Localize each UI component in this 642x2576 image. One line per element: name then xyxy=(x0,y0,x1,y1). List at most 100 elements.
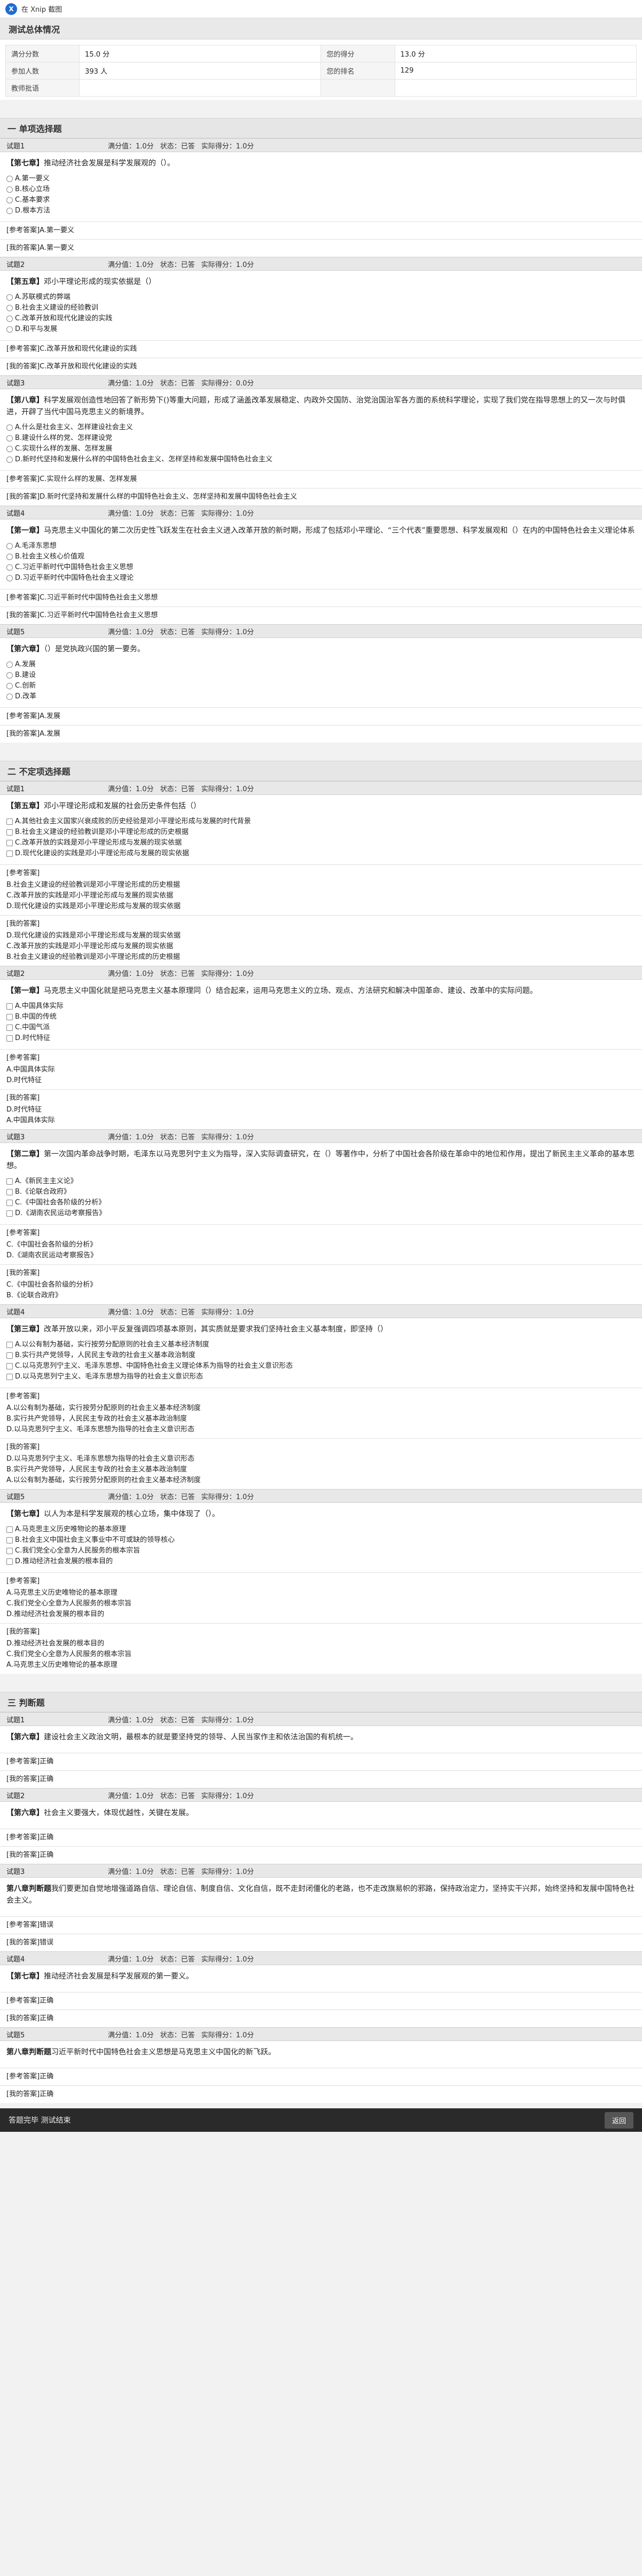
radio-icon[interactable] xyxy=(6,661,13,668)
answer-option[interactable]: C.中国气派 xyxy=(6,1022,636,1033)
checkbox-icon[interactable] xyxy=(6,1537,13,1543)
checkbox-icon[interactable] xyxy=(6,1352,13,1359)
checkbox-icon[interactable] xyxy=(6,818,13,825)
back-button[interactable]: 返回 xyxy=(604,2112,633,2129)
answer-option[interactable]: B.社会主义核心价值观 xyxy=(6,552,636,562)
answer-option[interactable]: D.根本方法 xyxy=(6,206,636,216)
radio-icon[interactable] xyxy=(6,435,13,442)
radio-icon[interactable] xyxy=(6,564,13,571)
answer-line: D.现代化建设的实践是邓小平理论形成与发展的现实依据 xyxy=(6,932,181,940)
answer-option[interactable]: B.《论联合政府》 xyxy=(6,1187,636,1198)
answer-option[interactable]: A.什么是社会主义、怎样建设社会主义 xyxy=(6,422,636,433)
answer-option[interactable]: D.时代特征 xyxy=(6,1033,636,1044)
checkbox-icon[interactable] xyxy=(6,829,13,836)
full-score-label: 满分值： xyxy=(108,379,136,388)
checkbox-icon[interactable] xyxy=(6,1342,13,1348)
checkbox-icon[interactable] xyxy=(6,1548,13,1554)
checkbox-icon[interactable] xyxy=(6,1014,13,1020)
answer-option[interactable]: B.社会主义建设的经验教训是邓小平理论形成的历史根据 xyxy=(6,827,636,838)
answer-option[interactable]: A.苏联模式的弊端 xyxy=(6,292,636,303)
actual-score: 实际得分：1.0分 xyxy=(201,2029,254,2039)
question-sections: 一 单项选择题 试题1 满分值：1.0分 状态：已答 实际得分：1.0分 【第七章】推动经… xyxy=(0,100,642,2103)
radio-icon[interactable] xyxy=(6,316,13,322)
answer-line: C.《中国社会各阶级的分析》 xyxy=(6,1241,97,1249)
status-label: 状态： xyxy=(160,261,181,269)
answer-option[interactable]: D.改革 xyxy=(6,691,636,702)
radio-icon[interactable] xyxy=(6,197,13,203)
question-header: 试题5 满分值：1.0分 状态：已答 实际得分：1.0分 xyxy=(0,1489,642,1503)
radio-icon[interactable] xyxy=(6,326,13,333)
checkbox-icon[interactable] xyxy=(6,1025,13,1031)
checkbox-icon[interactable] xyxy=(6,1558,13,1565)
checkbox-icon[interactable] xyxy=(6,1189,13,1195)
answer-option[interactable]: A.第一要义 xyxy=(6,174,636,184)
radio-icon[interactable] xyxy=(6,575,13,581)
answer-option[interactable]: B.建设 xyxy=(6,670,636,681)
answer-option[interactable]: A.发展 xyxy=(6,659,636,670)
checkbox-icon[interactable] xyxy=(6,840,13,846)
answer-option[interactable]: B.建设什么样的党、怎样建设党 xyxy=(6,433,636,444)
radio-icon[interactable] xyxy=(6,305,13,311)
chapter-tag: 【第二章】 xyxy=(6,1150,44,1159)
checkbox-icon[interactable] xyxy=(6,1200,13,1206)
answer-option[interactable]: B.社会主义建设的经验教训 xyxy=(6,303,636,313)
answer-option[interactable]: D.新时代坚持和发展什么样的中国特色社会主义、怎样坚持和发展中国特色社会主义 xyxy=(6,454,636,465)
checkbox-icon[interactable] xyxy=(6,1374,13,1380)
radio-icon[interactable] xyxy=(6,176,13,182)
answer-option[interactable]: B.中国的传统 xyxy=(6,1012,636,1022)
answer-option[interactable]: A.其他社会主义国家兴衰成败的历史经验是邓小平理论形成与发展的时代背景 xyxy=(6,816,636,827)
answer-option[interactable]: B.实行共产党领导，人民民主专政的社会主义基本政治制度 xyxy=(6,1350,636,1361)
radio-icon[interactable] xyxy=(6,294,13,301)
actual-score-value: 1.0分 xyxy=(236,970,254,978)
answer-label: [我的答案] xyxy=(6,730,40,738)
checkbox-icon[interactable] xyxy=(6,1178,13,1185)
answer-option[interactable]: D.推动经济社会发展的根本目的 xyxy=(6,1556,636,1567)
answer-option[interactable]: D.以马克思列宁主义、毛泽东思想为指导的社会主义意识形态 xyxy=(6,1372,636,1382)
radio-icon[interactable] xyxy=(6,446,13,452)
answer-option[interactable]: B.核心立场 xyxy=(6,184,636,195)
full-score: 满分值：1.0分 xyxy=(108,2029,154,2039)
answer-line: C.《中国社会各阶级的分析》 xyxy=(6,1281,97,1289)
radio-icon[interactable] xyxy=(6,672,13,679)
radio-icon[interactable] xyxy=(6,554,13,560)
answer-option[interactable]: A.毛泽东思想 xyxy=(6,541,636,552)
radio-icon[interactable] xyxy=(6,424,13,431)
checkbox-icon[interactable] xyxy=(6,850,13,857)
radio-icon[interactable] xyxy=(6,208,13,214)
checkbox-icon[interactable] xyxy=(6,1526,13,1533)
radio-icon[interactable] xyxy=(6,694,13,700)
answer-label: [参考答案] xyxy=(6,1997,40,2005)
answer-option[interactable]: D.现代化建设的实践是邓小平理论形成与发展的现实依据 xyxy=(6,848,636,859)
answer-option[interactable]: B.社会主义中国社会主义事业中不可或缺的领导核心 xyxy=(6,1535,636,1546)
checkbox-icon[interactable] xyxy=(6,1363,13,1369)
answer-option[interactable]: A.以公有制为基础，实行按劳分配原则的社会主义基本经济制度 xyxy=(6,1340,636,1350)
answer-option[interactable]: D.《湖南农民运动考察报告》 xyxy=(6,1208,636,1219)
answer-option[interactable]: C.《中国社会各阶级的分析》 xyxy=(6,1198,636,1208)
checkbox-icon[interactable] xyxy=(6,1035,13,1042)
radio-icon[interactable] xyxy=(6,456,13,463)
answer-option[interactable]: C.改革开放和现代化建设的实践 xyxy=(6,313,636,324)
answer-value: C.改革开放和现代化建设的实践 xyxy=(40,363,137,371)
answer-option[interactable]: C.实现什么样的发展、怎样发展 xyxy=(6,444,636,454)
checkbox-icon[interactable] xyxy=(6,1003,13,1010)
radio-icon[interactable] xyxy=(6,683,13,689)
answer-option[interactable]: D.习近平新时代中国特色社会主义理论 xyxy=(6,573,636,584)
full-score-value: 1.0分 xyxy=(136,1308,154,1317)
answer-option[interactable]: C.我们党全心全意为人民服务的根本宗旨 xyxy=(6,1546,636,1556)
radio-icon[interactable] xyxy=(6,543,13,549)
answer-option[interactable]: C.创新 xyxy=(6,681,636,691)
radio-icon[interactable] xyxy=(6,186,13,193)
question-stem: 【第七章】推动经济社会发展是科学发展观的（）。 xyxy=(6,157,636,169)
answer-option[interactable]: A.马克思主义历史唯物论的基本原理 xyxy=(6,1524,636,1535)
answer-option[interactable]: C.以马克思列宁主义、毛泽东思想、中国特色社会主义理论体系为指导的社会主义意识形… xyxy=(6,1361,636,1372)
answer-option[interactable]: C.基本要求 xyxy=(6,195,636,206)
answer-option[interactable]: D.和平与发展 xyxy=(6,324,636,335)
answer-option[interactable]: A.《新民主主义论》 xyxy=(6,1176,636,1187)
question-stem: 【第一章】马克思主义中国化的第二次历史性飞跃发生在社会主义进入改革开放的新时期，… xyxy=(6,525,636,537)
full-score-value: 1.0分 xyxy=(136,261,154,269)
checkbox-icon[interactable] xyxy=(6,1210,13,1217)
answer-option[interactable]: C.改革开放的实践是邓小平理论形成与发展的现实依据 xyxy=(6,838,636,848)
answer-option[interactable]: C.习近平新时代中国特色社会主义思想 xyxy=(6,562,636,573)
summary-value: 393 人 xyxy=(79,62,322,80)
answer-option[interactable]: A.中国具体实际 xyxy=(6,1001,636,1012)
